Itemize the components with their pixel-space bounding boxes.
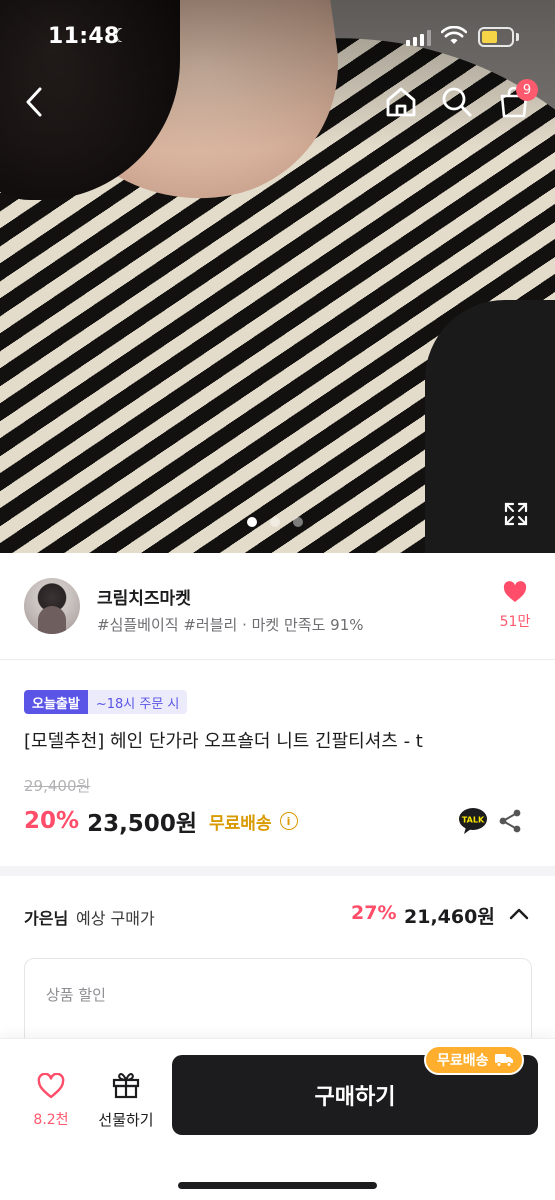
today-dispatch-badge: 오늘출발 [24, 690, 88, 714]
like-count: 8.2천 [33, 1112, 69, 1128]
free-shipping-label: 무료배송 [208, 813, 272, 834]
shop-heart-icon[interactable] [503, 581, 527, 603]
shop-like-count: 51만 [499, 614, 531, 630]
cart-count-badge: 9 [516, 79, 538, 101]
expand-button[interactable] [503, 501, 529, 527]
estimated-discount-rate: 27% [351, 902, 397, 924]
wifi-icon [441, 26, 467, 44]
search-icon [442, 87, 472, 117]
gift-icon [112, 1073, 140, 1099]
home-icon [386, 87, 416, 117]
discount-rate: 20% [24, 808, 80, 834]
svg-text:TALK: TALK [462, 816, 485, 825]
search-button[interactable] [437, 82, 477, 122]
status-time: 11:48 [48, 24, 120, 49]
pager-dot[interactable] [247, 517, 257, 527]
chevron-up-icon[interactable] [509, 907, 529, 921]
battery-level [482, 31, 497, 43]
gallery-pager [247, 517, 303, 527]
section-divider [0, 866, 555, 876]
pager-dot[interactable] [270, 517, 280, 527]
shop-name[interactable]: 크림치즈마켓 [97, 584, 191, 609]
gift-button[interactable]: 선물하기 [90, 1071, 162, 1130]
battery-icon [478, 27, 514, 47]
estimated-price-label: 예상 구매가 [76, 909, 155, 928]
chevron-left-icon [26, 87, 42, 117]
like-button[interactable]: 8.2천 [26, 1072, 76, 1129]
user-name: 가은님 [24, 909, 69, 928]
original-price: 29,400원 [24, 777, 91, 795]
share-icon[interactable] [498, 808, 522, 834]
battery-tip [516, 33, 519, 41]
cellular-signal-icon [406, 30, 431, 46]
heart-outline-icon [37, 1072, 65, 1099]
kakaotalk-share-icon[interactable]: TALK [458, 807, 488, 835]
info-icon[interactable]: i [279, 812, 298, 830]
gift-label: 선물하기 [98, 1111, 154, 1129]
estimated-price-row[interactable]: 가은님 예상 구매가 27% 21,460원 [24, 901, 532, 931]
pager-dot[interactable] [293, 517, 303, 527]
sale-price: 23,500원 [87, 811, 197, 837]
home-button[interactable] [381, 82, 421, 122]
discount-card-title: 상품 할인 [46, 986, 106, 1004]
expand-icon [504, 502, 528, 526]
moon-icon: ☾ [112, 25, 130, 47]
shop-info-row[interactable]: 크림치즈마켓 #심플베이직 #러블리 · 마켓 만족도 91% [0, 553, 555, 660]
price-row: 20% 23,500원 무료배송 i [24, 804, 298, 838]
model-skirt [425, 300, 555, 553]
shop-tags: #심플베이직 #러블리 · 마켓 만족도 91% [97, 616, 364, 634]
order-deadline-badge: ~18시 주문 시 [87, 690, 188, 714]
free-shipping-tag: 무료배송 [424, 1045, 524, 1075]
status-bar: 11:48 ☾ [0, 0, 555, 72]
product-title: [모델추천] 헤인 단가라 오프숄더 니트 긴팔티셔츠 - t [24, 731, 423, 752]
shop-avatar[interactable] [24, 578, 80, 634]
free-shipping-tag-label: 무료배송 [437, 1053, 489, 1069]
home-indicator [178, 1182, 377, 1189]
truck-icon [494, 1054, 513, 1067]
delivery-badges: 오늘출발 ~18시 주문 시 [24, 690, 188, 714]
estimated-price: 21,460원 [404, 906, 495, 928]
back-button[interactable] [14, 82, 54, 122]
